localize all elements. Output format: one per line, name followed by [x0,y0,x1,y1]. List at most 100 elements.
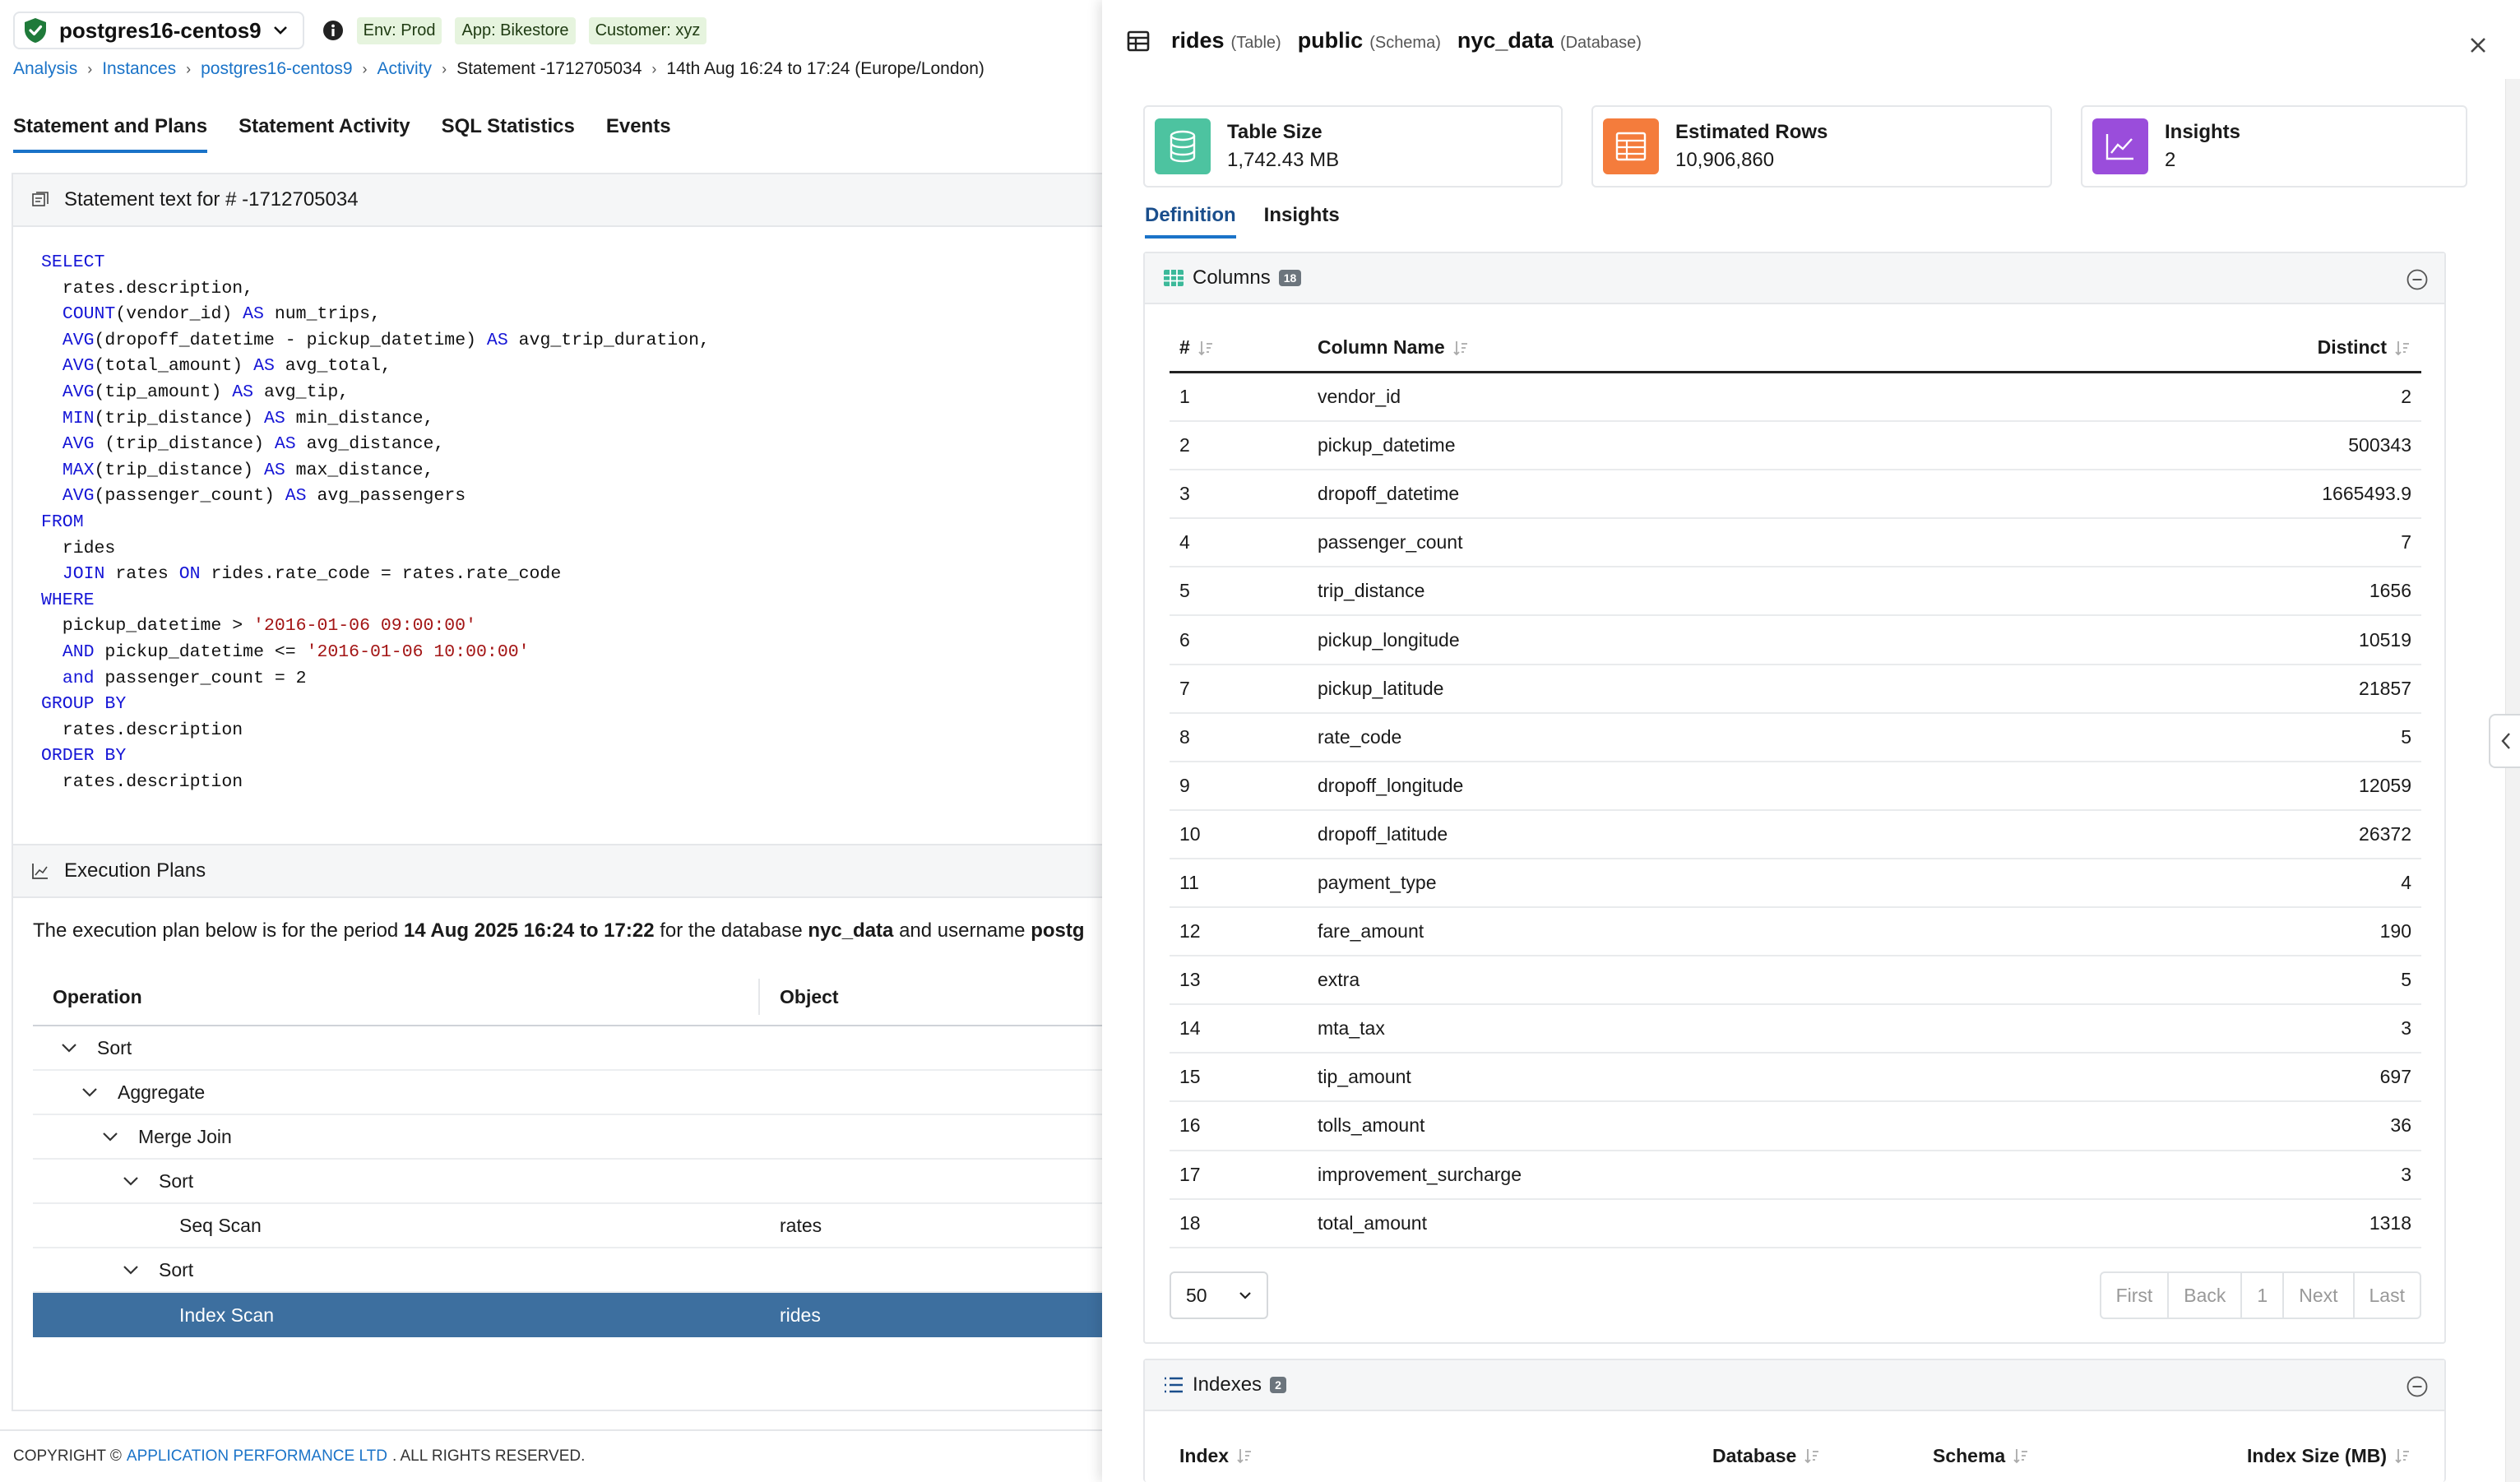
column-name-cell: pickup_datetime [1318,434,1456,456]
idx-col-index[interactable]: Index [1170,1445,1712,1467]
card-insights-value: 2 [2165,149,2176,171]
table-row: 9 dropoff_longitude 12059 [1170,762,2421,811]
statement-panel-header: Statement text for # -1712705034 [13,174,1102,227]
column-distinct-cell: 3 [2401,1163,2411,1185]
card-estimated-rows-label: Estimated Rows [1675,121,1828,143]
column-number-cell: 13 [1179,969,1201,991]
plan-row[interactable]: Sort [33,1248,1104,1293]
collapse-icon[interactable] [2407,269,2428,290]
pager-first[interactable]: First [2101,1273,2168,1318]
plan-operation-label: Sort [97,1036,132,1058]
column-number-cell: 6 [1179,628,1190,651]
breadcrumb-instance[interactable]: postgres16-centos9 [201,59,352,79]
tab-definition[interactable]: Definition [1145,204,1236,239]
side-toggle-button[interactable] [2489,714,2520,768]
table-row: 17 improvement_surcharge 3 [1170,1151,2421,1200]
pager-back[interactable]: Back [2167,1273,2240,1318]
plan-row[interactable]: Sort [33,1160,1104,1204]
plan-row[interactable]: Merge Join [33,1115,1104,1160]
plan-operation-cell: Sort [33,1037,760,1059]
sort-icon [1804,1449,1819,1464]
idx-col-schema[interactable]: Schema [1933,1445,2180,1467]
line-chart-icon [2092,118,2148,174]
column-name-cell: improvement_surcharge [1318,1163,1522,1185]
column-number-cell: 12 [1179,920,1201,942]
idx-col-size-label: Index Size (MB) [2247,1444,2387,1466]
idx-col-index-label: Index [1179,1444,1230,1466]
plan-row[interactable]: Seq Scan rates [33,1204,1104,1248]
tab-sql-statistics[interactable]: SQL Statistics [442,115,575,153]
page-size-select[interactable]: 50 [1170,1271,1268,1319]
column-distinct-cell: 3 [2401,1017,2411,1040]
column-number-cell: 3 [1179,483,1190,505]
drawer-schema-type: (Schema) [1369,34,1441,52]
plan-table: Operation Object Sort Aggregate Merge Join… [33,969,1104,1337]
plan-desc-period: 14 Aug 2025 16:24 to 17:22 [403,919,655,942]
pager-page[interactable]: 1 [2240,1273,2282,1318]
column-number-cell: 11 [1179,871,1199,893]
column-number-cell: 8 [1179,725,1190,748]
breadcrumb-analysis[interactable]: Analysis [13,59,77,79]
column-number-cell: 7 [1179,677,1190,699]
columns-table-header: # Column Name Distinct [1170,324,2421,373]
plan-description: The execution plan below is for the peri… [13,898,1102,942]
indexes-section-header[interactable]: Indexes 2 [1145,1360,2444,1411]
plan-row[interactable]: Sort [33,1026,1104,1071]
plan-row[interactable]: Aggregate [33,1071,1104,1115]
column-number-cell: 14 [1179,1017,1201,1040]
columns-section-header[interactable]: Columns 18 [1145,253,2444,304]
col-operation[interactable]: Operation [33,979,760,1015]
table-row: 5 trip_distance 1656 [1170,567,2421,617]
breadcrumb-period: 14th Aug 16:24 to 17:24 (Europe/London) [666,59,984,78]
column-distinct-cell: 12059 [2359,774,2411,796]
chevron-down-icon[interactable] [121,1171,141,1191]
column-name-cell: trip_distance [1318,580,1425,602]
chevron-down-icon[interactable] [100,1127,120,1146]
execution-plans-title: Execution Plans [64,859,206,882]
card-insights-label: Insights [2165,121,2241,143]
breadcrumb-instances[interactable]: Instances [102,59,176,79]
column-number-cell: 16 [1179,1114,1201,1137]
drawer-table-type: (Table) [1230,34,1281,52]
chevron-right-icon: › [651,60,657,77]
plan-operation-cell: Index Scan [33,1304,760,1327]
column-name-cell: mta_tax [1318,1017,1385,1040]
table-row: 16 tolls_amount 36 [1170,1102,2421,1151]
plan-operation-label: Aggregate [118,1081,206,1103]
main-page: postgres16-centos9 Env: Prod App: Bikest… [0,0,1104,1482]
drawer-scrollbar[interactable] [2505,79,2520,1482]
idx-col-size[interactable]: Index Size (MB) [2180,1445,2421,1467]
drawer-database-type: (Database) [1559,34,1642,52]
card-insights: Insights 2 [2081,105,2467,188]
plan-desc-user: postg [1031,919,1085,942]
chevron-down-icon[interactable] [80,1082,100,1102]
breadcrumb-statement: Statement -1712705034 [456,59,642,78]
idx-col-database[interactable]: Database [1712,1445,1933,1467]
plan-row[interactable]: Index Scan rides [33,1293,1104,1337]
pager-next[interactable]: Next [2282,1273,2352,1318]
drawer-database-name: nyc_data [1457,28,1554,53]
col-header-distinct[interactable]: Distinct [2058,336,2421,359]
footer-company-link[interactable]: APPLICATION PERFORMANCE LTD [127,1447,387,1466]
col-header-name[interactable]: Column Name [1318,336,2058,359]
sort-icon [2395,340,2409,355]
breadcrumb-activity[interactable]: Activity [378,59,433,79]
chevron-down-icon[interactable] [59,1038,79,1058]
tab-events[interactable]: Events [606,115,671,153]
col-object[interactable]: Object [760,986,839,1008]
collapse-icon[interactable] [2407,1376,2428,1397]
tab-insights[interactable]: Insights [1264,204,1340,239]
plan-operation-label: Sort [159,1169,194,1192]
chevron-down-icon[interactable] [121,1260,141,1280]
pager-last[interactable]: Last [2352,1273,2420,1318]
card-table-size-label: Table Size [1227,121,1323,143]
column-number-cell: 18 [1179,1211,1201,1234]
column-distinct-cell: 26372 [2359,822,2411,845]
column-distinct-cell: 36 [2390,1114,2411,1137]
col-header-number[interactable]: # [1170,336,1318,359]
close-icon[interactable] [2469,36,2487,54]
instance-selector[interactable]: postgres16-centos9 [13,12,304,49]
info-icon[interactable] [322,20,344,41]
tab-statement-and-plans[interactable]: Statement and Plans [13,115,208,153]
tab-statement-activity[interactable]: Statement Activity [239,115,410,153]
